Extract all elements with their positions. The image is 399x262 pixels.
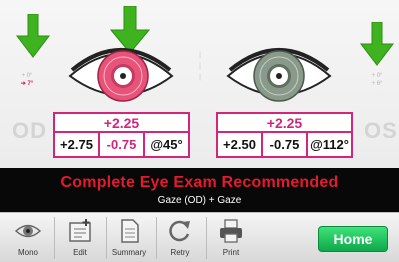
od-gaze-line1: + 0° (21, 73, 33, 79)
printer-icon (220, 219, 242, 243)
retry-button[interactable]: Retry (155, 213, 205, 262)
os-results-box: +2.25 +2.50 -0.75 @112° (216, 112, 353, 158)
os-gaze-line2: + 6° (371, 81, 383, 87)
od-label: OD (12, 118, 47, 143)
edit-label: Edit (73, 248, 87, 257)
od-gaze-line2: ➔ 7° (20, 81, 34, 87)
home-button[interactable]: Home (318, 226, 388, 252)
document-icon (121, 219, 139, 243)
od-sphere: +2.75 (55, 133, 100, 156)
vision-screener-results: OD OS + 0° ➔ 7° + 0° + 6° | | | +2.25 +2… (0, 0, 399, 262)
os-gaze-line1: + 0° (371, 73, 383, 79)
os-label: OS (364, 118, 398, 143)
os-gaze-indicator: + 0° + 6° (364, 72, 390, 88)
os-axis: @112° (310, 137, 349, 152)
print-label: Print (222, 248, 240, 257)
os-cylinder: -0.75 (263, 133, 308, 156)
summary-button[interactable]: Summary (104, 213, 154, 262)
od-sphere-equivalent: +2.25 (55, 114, 188, 133)
od-eye-image (68, 48, 174, 102)
od-prescription-row: +2.75 -0.75 @45° (55, 133, 188, 156)
os-eye-image (226, 48, 332, 102)
od-gaze-indicator: + 0° ➔ 7° (14, 72, 40, 88)
od-axis: @45° (150, 137, 183, 152)
recommendation-subtitle: Gaze (OD) + Gaze (157, 195, 242, 206)
recommendation-banner: Complete Eye Exam Recommended Gaze (OD) … (0, 168, 399, 212)
center-marks: | | | (199, 52, 201, 81)
retry-label: Retry (170, 248, 190, 257)
eye-icon (14, 224, 42, 238)
mono-button[interactable]: Mono (3, 213, 53, 262)
summary-label: Summary (111, 248, 147, 257)
right-gaze-arrow-icon (360, 22, 394, 66)
print-button[interactable]: Print (206, 213, 256, 262)
od-cylinder: -0.75 (100, 133, 145, 156)
od-results-box: +2.25 +2.75 -0.75 @45° (53, 112, 190, 158)
os-sphere: +2.50 (218, 133, 263, 156)
left-gaze-arrow-icon (16, 14, 50, 58)
edit-icon (69, 219, 91, 242)
os-sphere-equivalent: +2.25 (218, 114, 351, 133)
recommendation-title: Complete Eye Exam Recommended (60, 174, 339, 191)
mono-label: Mono (17, 248, 38, 257)
os-prescription-row: +2.50 -0.75 @112° (218, 133, 351, 156)
retry-icon (169, 220, 190, 242)
edit-button[interactable]: Edit (55, 213, 105, 262)
